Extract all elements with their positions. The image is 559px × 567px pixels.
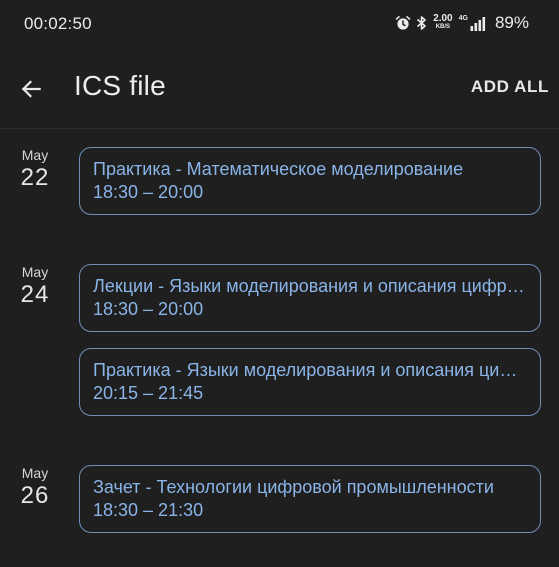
- event-card[interactable]: Практика - Языки моделирования и описани…: [79, 348, 541, 416]
- network-speed-unit: KB/S: [435, 24, 451, 30]
- alarm-icon: [395, 15, 411, 31]
- header-divider: [0, 128, 559, 129]
- event-title: Зачет - Технологии цифровой промышленнос…: [93, 477, 494, 497]
- event-title: Практика - Языки моделирования и описани…: [93, 360, 527, 380]
- network-type: 4G: [458, 14, 468, 22]
- event-card[interactable]: Зачет - Технологии цифровой промышленнос…: [79, 465, 541, 533]
- add-all-button[interactable]: ADD ALL: [471, 77, 549, 97]
- event-time: 20:15 – 21:45: [93, 383, 204, 403]
- event-title: Практика - Математическое моделирование: [93, 159, 464, 179]
- bluetooth-icon: [416, 15, 427, 31]
- date-month: May: [21, 465, 49, 481]
- date-label: May 22: [14, 147, 56, 193]
- date-day: 24: [20, 281, 50, 308]
- date-label: May 26: [14, 465, 56, 511]
- event-time: 18:30 – 21:30: [93, 500, 204, 520]
- date-month: May: [21, 147, 49, 163]
- event-card[interactable]: Практика - Математическое моделирование …: [79, 147, 541, 215]
- event-card[interactable]: Лекции - Языки моделирования и описания …: [79, 264, 541, 332]
- signal-icon: [470, 16, 486, 31]
- date-month: May: [21, 264, 49, 280]
- status-bar: 00:02:50 2.00 KB/S 4G 89%: [0, 0, 559, 50]
- status-time: 00:02:50: [24, 14, 92, 33]
- network-speed-value: 2.00: [433, 13, 453, 24]
- date-day: 22: [20, 164, 50, 191]
- back-arrow-icon[interactable]: [14, 72, 48, 106]
- network-speed: 2.00 KB/S: [433, 13, 453, 31]
- date-day: 26: [20, 482, 50, 509]
- app-bar: ICS file ADD ALL: [0, 50, 559, 128]
- status-icons: 2.00 KB/S 4G 89%: [395, 13, 529, 33]
- page-title: ICS file: [74, 70, 166, 101]
- event-title: Лекции - Языки моделирования и описания …: [93, 276, 527, 296]
- date-label: May 24: [14, 264, 56, 310]
- battery-level: 89%: [494, 13, 529, 32]
- event-time: 18:30 – 20:00: [93, 182, 204, 202]
- event-time: 18:30 – 20:00: [93, 299, 204, 319]
